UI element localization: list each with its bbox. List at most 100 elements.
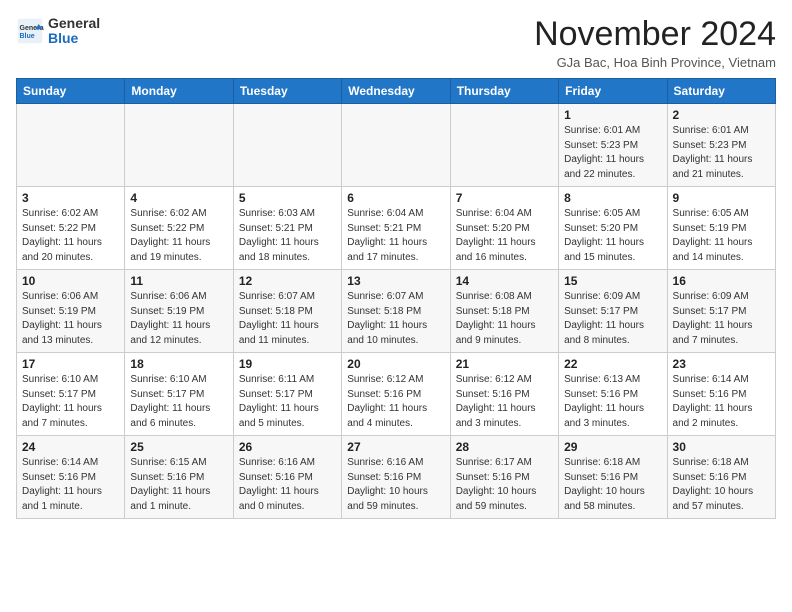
weekday-header-saturday: Saturday: [667, 79, 775, 104]
calendar-cell: 13 Sunrise: 6:07 AM Sunset: 5:18 PM Dayli…: [342, 270, 450, 353]
day-number: 24: [22, 440, 119, 454]
calendar-header: SundayMondayTuesdayWednesdayThursdayFrid…: [17, 79, 776, 104]
day-info: Sunrise: 6:10 AM Sunset: 5:17 PM Dayligh…: [22, 373, 119, 431]
calendar-cell: 16 Sunrise: 6:09 AM Sunset: 5:17 PM Dayli…: [667, 270, 775, 353]
day-number: 29: [564, 440, 661, 454]
page-header: General Blue General Blue November 2024 …: [16, 16, 776, 70]
calendar-cell: 25Sunrise: 6:15 AM Sunset: 5:16 PM Dayli…: [125, 436, 233, 519]
logo-general-text: General: [48, 16, 100, 31]
day-info: Sunrise: 6:16 AM Sunset: 5:16 PM Dayligh…: [239, 456, 336, 514]
calendar-cell: 3 Sunrise: 6:02 AM Sunset: 5:22 PM Daylig…: [17, 187, 125, 270]
day-number: 17: [22, 357, 119, 371]
title-area: November 2024 GJa Bac, Hoa Binh Province…: [534, 16, 776, 70]
calendar-week-2: 3 Sunrise: 6:02 AM Sunset: 5:22 PM Daylig…: [17, 187, 776, 270]
calendar-cell: [233, 104, 341, 187]
day-info: Sunrise: 6:16 AM Sunset: 5:16 PM Dayligh…: [347, 456, 444, 514]
day-info: Sunrise: 6:18 AM Sunset: 5:16 PM Dayligh…: [673, 456, 770, 514]
month-title: November 2024: [534, 16, 776, 53]
day-info: Sunrise: 6:12 AM Sunset: 5:16 PM Dayligh…: [347, 373, 444, 431]
day-number: 5: [239, 191, 336, 205]
day-info: Sunrise: 6:05 AM Sunset: 5:19 PM Dayligh…: [673, 207, 770, 265]
day-info: Sunrise: 6:11 AM Sunset: 5:17 PM Dayligh…: [239, 373, 336, 431]
calendar-cell: 18 Sunrise: 6:10 AM Sunset: 5:17 PM Dayli…: [125, 353, 233, 436]
calendar-cell: 6 Sunrise: 6:04 AM Sunset: 5:21 PM Daylig…: [342, 187, 450, 270]
day-info: Sunrise: 6:13 AM Sunset: 5:16 PM Dayligh…: [564, 373, 661, 431]
day-info: Sunrise: 6:02 AM Sunset: 5:22 PM Dayligh…: [130, 207, 227, 265]
calendar-week-4: 17 Sunrise: 6:10 AM Sunset: 5:17 PM Dayli…: [17, 353, 776, 436]
calendar-table: SundayMondayTuesdayWednesdayThursdayFrid…: [16, 78, 776, 519]
day-number: 30: [673, 440, 770, 454]
calendar-cell: [342, 104, 450, 187]
day-info: Sunrise: 6:06 AM Sunset: 5:19 PM Dayligh…: [130, 290, 227, 348]
day-number: 1: [564, 108, 661, 122]
calendar-cell: 22 Sunrise: 6:13 AM Sunset: 5:16 PM Dayli…: [559, 353, 667, 436]
day-info: Sunrise: 6:18 AM Sunset: 5:16 PM Dayligh…: [564, 456, 661, 514]
calendar-cell: 30 Sunrise: 6:18 AM Sunset: 5:16 PM Dayli…: [667, 436, 775, 519]
weekday-header-tuesday: Tuesday: [233, 79, 341, 104]
day-info: Sunrise: 6:02 AM Sunset: 5:22 PM Dayligh…: [22, 207, 119, 265]
day-info: Sunrise: 6:01 AM Sunset: 5:23 PM Dayligh…: [564, 124, 661, 182]
calendar-cell: 27 Sunrise: 6:16 AM Sunset: 5:16 PM Dayli…: [342, 436, 450, 519]
logo: General Blue General Blue: [16, 16, 100, 47]
calendar-cell: 2Sunrise: 6:01 AM Sunset: 5:23 PM Daylig…: [667, 104, 775, 187]
day-number: 21: [456, 357, 553, 371]
day-number: 28: [456, 440, 553, 454]
day-number: 26: [239, 440, 336, 454]
day-number: 14: [456, 274, 553, 288]
calendar-cell: 8Sunrise: 6:05 AM Sunset: 5:20 PM Daylig…: [559, 187, 667, 270]
day-info: Sunrise: 6:14 AM Sunset: 5:16 PM Dayligh…: [22, 456, 119, 514]
calendar-cell: 29 Sunrise: 6:18 AM Sunset: 5:16 PM Dayli…: [559, 436, 667, 519]
day-info: Sunrise: 6:10 AM Sunset: 5:17 PM Dayligh…: [130, 373, 227, 431]
calendar-cell: [125, 104, 233, 187]
calendar-cell: 7Sunrise: 6:04 AM Sunset: 5:20 PM Daylig…: [450, 187, 558, 270]
day-number: 19: [239, 357, 336, 371]
logo-icon: General Blue: [16, 17, 44, 45]
calendar-cell: 17 Sunrise: 6:10 AM Sunset: 5:17 PM Dayli…: [17, 353, 125, 436]
day-info: Sunrise: 6:09 AM Sunset: 5:17 PM Dayligh…: [673, 290, 770, 348]
calendar-cell: 4 Sunrise: 6:02 AM Sunset: 5:22 PM Daylig…: [125, 187, 233, 270]
calendar-week-3: 10 Sunrise: 6:06 AM Sunset: 5:19 PM Dayli…: [17, 270, 776, 353]
logo-blue-text: Blue: [48, 31, 100, 46]
weekday-header-row: SundayMondayTuesdayWednesdayThursdayFrid…: [17, 79, 776, 104]
day-info: Sunrise: 6:06 AM Sunset: 5:19 PM Dayligh…: [22, 290, 119, 348]
day-info: Sunrise: 6:05 AM Sunset: 5:20 PM Dayligh…: [564, 207, 661, 265]
day-number: 27: [347, 440, 444, 454]
calendar-cell: 23Sunrise: 6:14 AM Sunset: 5:16 PM Dayli…: [667, 353, 775, 436]
day-number: 23: [673, 357, 770, 371]
day-number: 13: [347, 274, 444, 288]
day-number: 2: [673, 108, 770, 122]
day-number: 20: [347, 357, 444, 371]
calendar-cell: 1 Sunrise: 6:01 AM Sunset: 5:23 PM Daylig…: [559, 104, 667, 187]
calendar-cell: 20 Sunrise: 6:12 AM Sunset: 5:16 PM Dayli…: [342, 353, 450, 436]
day-number: 15: [564, 274, 661, 288]
day-info: Sunrise: 6:09 AM Sunset: 5:17 PM Dayligh…: [564, 290, 661, 348]
day-number: 12: [239, 274, 336, 288]
day-number: 3: [22, 191, 119, 205]
day-number: 18: [130, 357, 227, 371]
calendar-cell: 24 Sunrise: 6:14 AM Sunset: 5:16 PM Dayli…: [17, 436, 125, 519]
svg-text:Blue: Blue: [20, 33, 35, 40]
calendar-week-5: 24 Sunrise: 6:14 AM Sunset: 5:16 PM Dayli…: [17, 436, 776, 519]
day-number: 10: [22, 274, 119, 288]
day-info: Sunrise: 6:15 AM Sunset: 5:16 PM Dayligh…: [130, 456, 227, 514]
calendar-cell: 28Sunrise: 6:17 AM Sunset: 5:16 PM Dayli…: [450, 436, 558, 519]
day-info: Sunrise: 6:07 AM Sunset: 5:18 PM Dayligh…: [239, 290, 336, 348]
day-number: 16: [673, 274, 770, 288]
logo-text: General Blue: [48, 16, 100, 47]
day-info: Sunrise: 6:07 AM Sunset: 5:18 PM Dayligh…: [347, 290, 444, 348]
day-number: 6: [347, 191, 444, 205]
calendar-cell: 21 Sunrise: 6:12 AM Sunset: 5:16 PM Dayli…: [450, 353, 558, 436]
calendar-cell: 10 Sunrise: 6:06 AM Sunset: 5:19 PM Dayli…: [17, 270, 125, 353]
calendar-body: 1 Sunrise: 6:01 AM Sunset: 5:23 PM Daylig…: [17, 104, 776, 519]
weekday-header-monday: Monday: [125, 79, 233, 104]
calendar-cell: [17, 104, 125, 187]
day-number: 22: [564, 357, 661, 371]
location-text: GJa Bac, Hoa Binh Province, Vietnam: [534, 55, 776, 70]
weekday-header-wednesday: Wednesday: [342, 79, 450, 104]
calendar-cell: 11Sunrise: 6:06 AM Sunset: 5:19 PM Dayli…: [125, 270, 233, 353]
day-number: 4: [130, 191, 227, 205]
day-info: Sunrise: 6:12 AM Sunset: 5:16 PM Dayligh…: [456, 373, 553, 431]
day-info: Sunrise: 6:03 AM Sunset: 5:21 PM Dayligh…: [239, 207, 336, 265]
calendar-cell: [450, 104, 558, 187]
day-info: Sunrise: 6:04 AM Sunset: 5:21 PM Dayligh…: [347, 207, 444, 265]
